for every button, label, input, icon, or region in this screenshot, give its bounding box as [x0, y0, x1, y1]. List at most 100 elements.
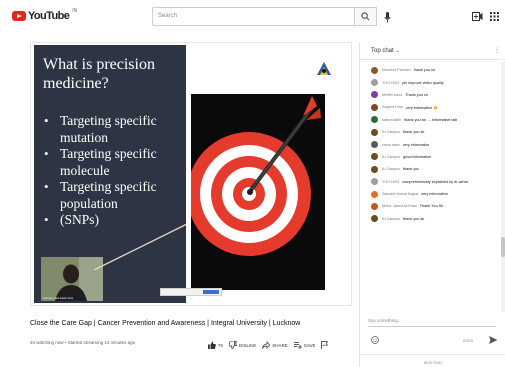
youtube-logo[interactable]: YouTube IN	[12, 8, 78, 22]
chat-text: thank you sir	[402, 130, 425, 135]
chat-author[interactable]: zama alam	[382, 143, 400, 147]
voice-search-button[interactable]	[382, 10, 392, 24]
chat-author[interactable]: Mohd. Javed Ali Khan	[382, 204, 417, 208]
search-button[interactable]	[355, 7, 377, 26]
avatar[interactable]	[371, 165, 378, 173]
apps-grid-icon	[489, 11, 499, 21]
chat-author[interactable]: IU Campus	[382, 217, 400, 221]
avatar[interactable]	[371, 128, 378, 136]
chat-scroll-thumb[interactable]	[501, 237, 505, 257]
save-label: SAVE	[303, 342, 316, 348]
chat-input[interactable]: Say something...	[368, 318, 496, 327]
thumbs-down-icon	[229, 341, 238, 349]
chat-author[interactable]: YOO HOO	[382, 180, 399, 184]
avatar[interactable]	[371, 215, 378, 223]
chat-author[interactable]: IU Campus	[382, 155, 400, 159]
video-meta: 40 watching now • Started streaming 14 m…	[30, 340, 136, 345]
chat-text: very informative	[421, 192, 448, 197]
dislike-button[interactable]: DISLIKE	[229, 341, 256, 349]
chevron-down-icon[interactable]: ⌄	[395, 48, 399, 54]
logo-region: IN	[72, 8, 78, 14]
share-label: SHARE	[272, 342, 288, 348]
avatar[interactable]	[371, 66, 378, 74]
chat-text: thank you sir,.....informative talk	[404, 117, 458, 122]
chat-message[interactable]: Muneera Parveen thank you sir	[360, 64, 500, 76]
chat-message[interactable]: Sayeed Hina very informative 👏	[360, 101, 500, 113]
screen-share-bar[interactable]	[160, 288, 222, 296]
slide-title: What is precision medicine?	[43, 56, 155, 92]
chat-text: Thank You Sir	[419, 204, 444, 209]
avatar[interactable]	[371, 141, 378, 149]
slide-bullet: Targeting specific mutation	[40, 113, 186, 146]
chat-message[interactable]: Saurabh Kumar Bajpai very informative	[360, 188, 500, 200]
chat-text: very informative	[402, 142, 430, 147]
avatar[interactable]	[371, 153, 378, 161]
chat-text: thank you	[402, 167, 420, 172]
slide-divider-line	[94, 222, 189, 270]
chat-author[interactable]: Muneera Parveen	[382, 68, 411, 72]
share-button[interactable]: SHARE	[262, 341, 288, 349]
hide-chat-button[interactable]: HIDE CHAT	[360, 354, 505, 367]
chat-author[interactable]: saba shaikh	[382, 118, 401, 122]
flag-icon	[321, 341, 329, 349]
chat-scrollbar[interactable]	[501, 62, 505, 312]
avatar[interactable]	[371, 91, 378, 99]
chat-author[interactable]: IU Campus	[382, 130, 400, 134]
save-button[interactable]: SAVE	[293, 341, 316, 349]
create-video-icon	[471, 11, 482, 21]
stop-share-button[interactable]	[203, 290, 219, 294]
chat-message[interactable]: YOO HOO plz improve video quality	[360, 76, 500, 88]
chat-text: thank you sir	[402, 216, 425, 221]
chat-message[interactable]: IU Campus thank you sir	[360, 126, 500, 138]
chat-text: comprehensively explained by dr azhar	[402, 179, 469, 184]
send-icon[interactable]	[488, 335, 498, 345]
youtube-live-page: YouTube IN Search What is precision medi…	[0, 0, 505, 367]
avatar[interactable]	[371, 103, 378, 111]
chat-message[interactable]: IU Campus thank you	[360, 163, 500, 175]
search-input[interactable]: Search	[152, 7, 355, 26]
more-options-icon[interactable]: ⋮	[494, 47, 500, 54]
avatar[interactable]	[371, 79, 378, 87]
chat-author[interactable]: Sayeed Hina	[382, 105, 403, 109]
chat-author[interactable]: YOO HOO	[382, 81, 399, 85]
university-logo-icon	[314, 60, 334, 78]
chat-message[interactable]: IU Campus thank you sir	[360, 213, 500, 225]
chat-mode-dropdown[interactable]: Top chat	[371, 48, 394, 54]
bullseye-target-icon	[187, 96, 321, 256]
top-bar: YouTube IN Search	[0, 0, 505, 34]
avatar[interactable]	[371, 178, 378, 186]
video-title: Close the Care Gap | Cancer Prevention a…	[30, 320, 301, 327]
chat-text: good information	[402, 154, 432, 159]
slide-image-panel	[186, 45, 350, 303]
chat-text: thank you sir	[413, 68, 436, 73]
like-button[interactable]: 76	[208, 341, 223, 349]
chat-message[interactable]: zama alam very informative	[360, 138, 500, 150]
chat-message[interactable]: YOO HOO comprehensively explained by dr a…	[360, 176, 500, 188]
chat-char-counter: 0/200	[463, 338, 474, 343]
youtube-play-icon	[12, 11, 26, 21]
apps-button[interactable]	[488, 10, 500, 22]
target-image	[187, 94, 325, 290]
avatar[interactable]	[371, 116, 378, 124]
thumbs-up-icon	[208, 341, 216, 349]
chat-message[interactable]: saba shaikh thank you sir,.....informativ…	[360, 114, 500, 126]
chat-author[interactable]: Saurabh Kumar Bajpai	[382, 192, 418, 196]
report-button[interactable]	[321, 341, 329, 349]
chat-author[interactable]: Mehfer bano	[382, 93, 402, 97]
chat-text: plz improve video quality	[402, 80, 444, 85]
create-button[interactable]	[471, 10, 483, 22]
chat-author[interactable]: IU Campus	[382, 167, 400, 171]
live-chat-panel: Top chat ⌄ ⋮ Muneera Parveen thank you si…	[359, 42, 505, 367]
chat-header: Top chat ⌄ ⋮	[360, 42, 505, 60]
emoji-icon[interactable]	[371, 336, 379, 344]
avatar[interactable]	[371, 202, 378, 210]
presenter-name: Mohammad Aatar Anis	[43, 296, 74, 300]
chat-text: very informative 👏	[405, 105, 439, 110]
chat-message[interactable]: Mehfer bano Thank you sir	[360, 89, 500, 101]
chat-message[interactable]: Mohd. Javed Ali Khan Thank You Sir	[360, 200, 500, 212]
avatar[interactable]	[371, 190, 378, 198]
chat-message[interactable]: IU Campus good information	[360, 151, 500, 163]
chat-message-list: Muneera Parveen thank you sir YOO HOO plz i…	[360, 64, 500, 225]
save-playlist-icon	[293, 342, 302, 349]
video-player[interactable]: What is precision medicine? Targeting sp…	[30, 42, 352, 306]
